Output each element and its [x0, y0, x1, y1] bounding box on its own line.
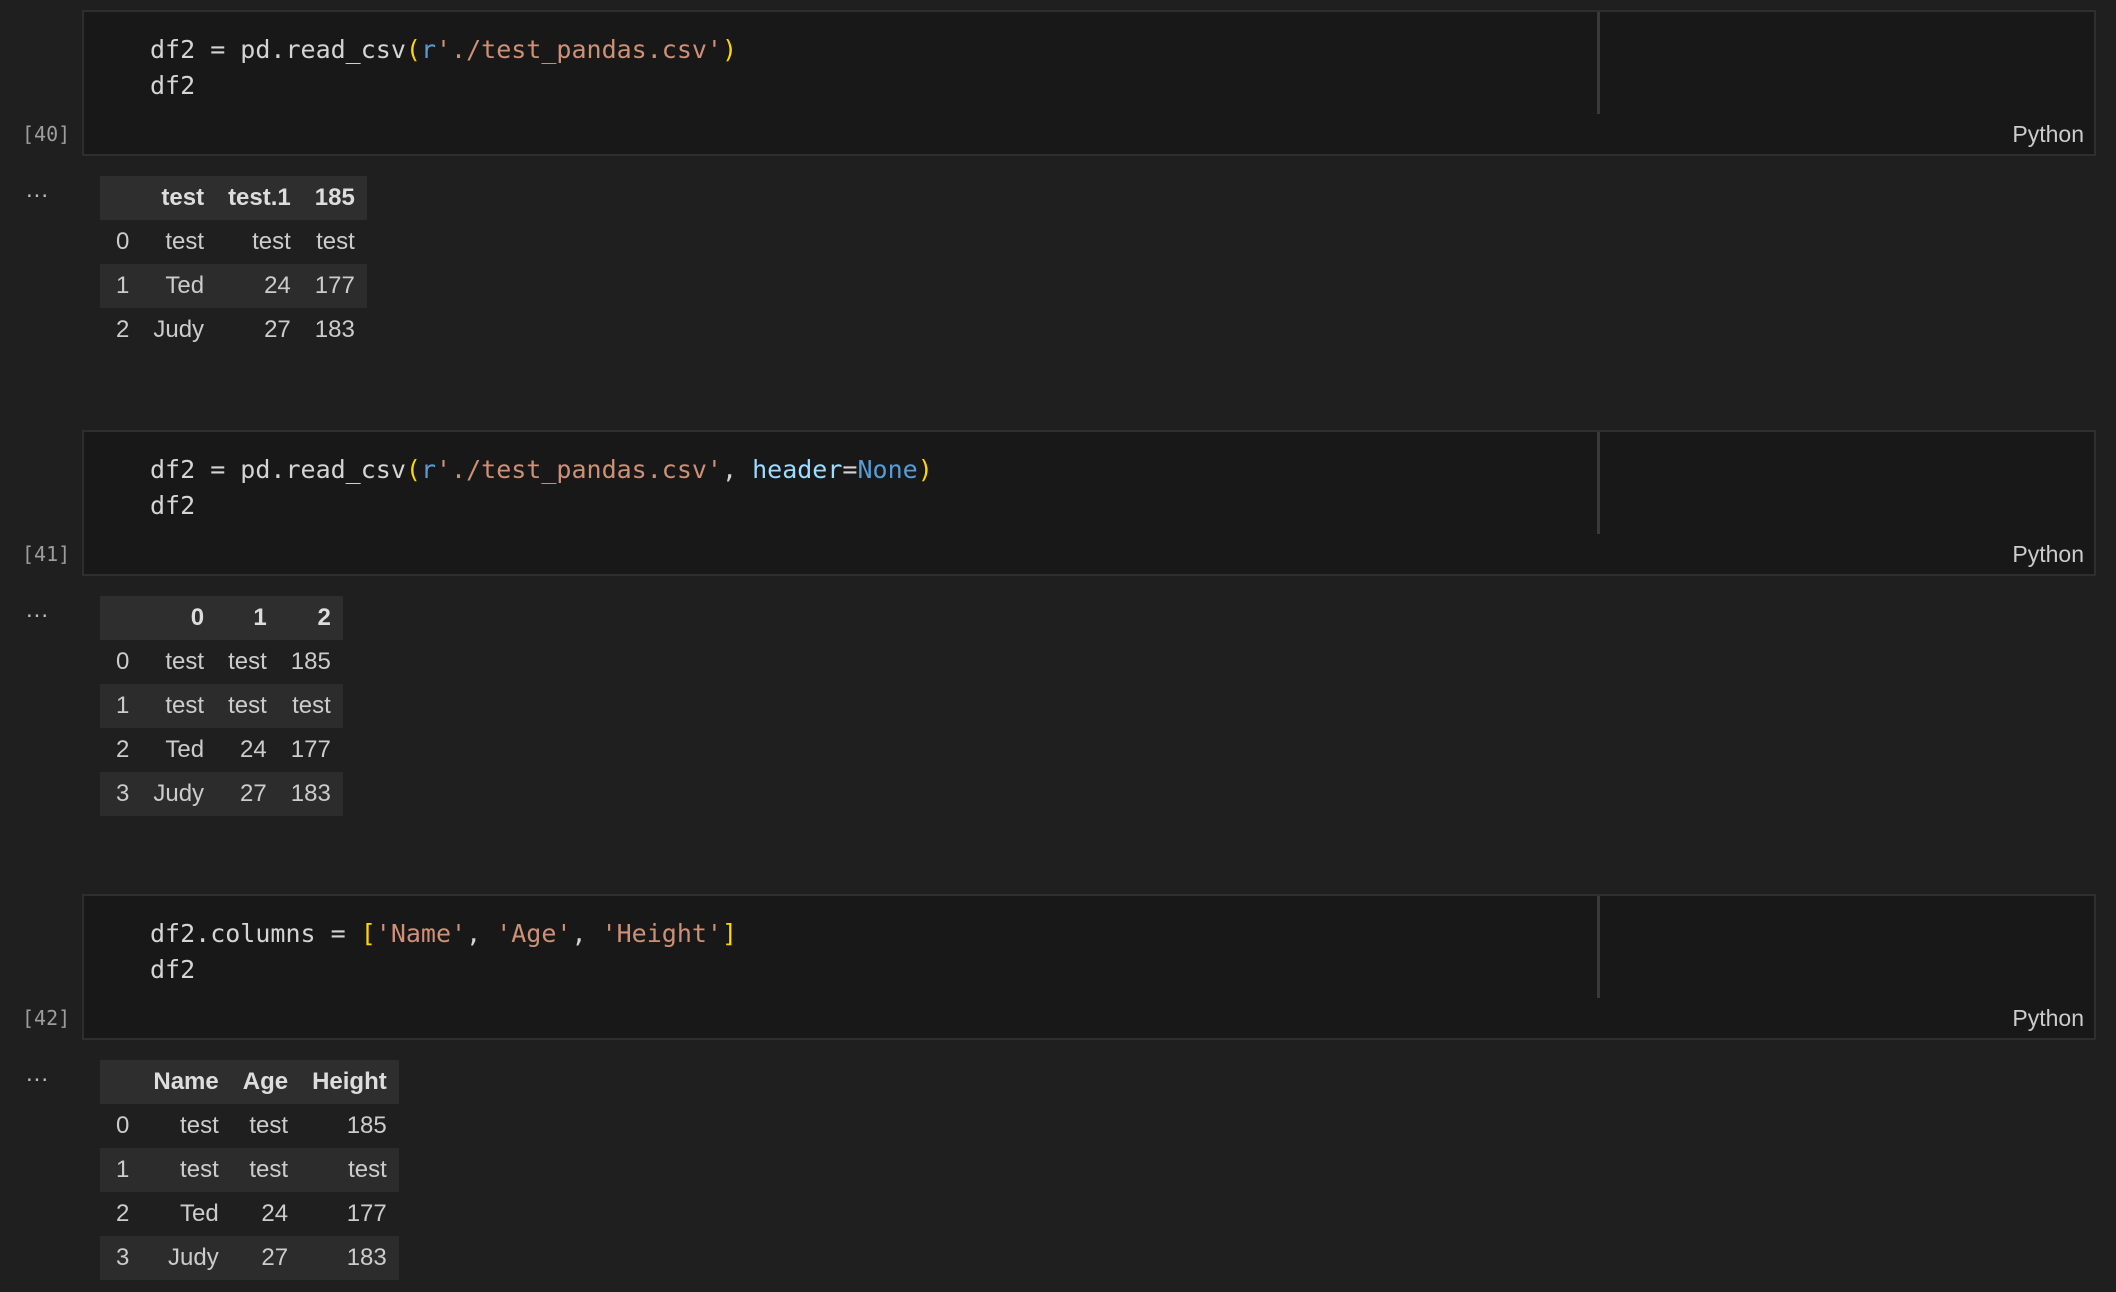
table-cell: test: [316, 228, 355, 255]
editor-divider: [1597, 896, 1600, 998]
code-editor[interactable]: df2 = pd.read_csv(r'./test_pandas.csv') …: [82, 10, 2096, 156]
index-header: [100, 1060, 141, 1104]
table-cell: test: [180, 1156, 219, 1183]
row-index: 1: [116, 692, 130, 719]
code-text[interactable]: df2.columns = ['Name', 'Age', 'Height'] …: [150, 916, 737, 988]
column-header: Name: [153, 1068, 219, 1095]
code-text[interactable]: df2 = pd.read_csv(r'./test_pandas.csv', …: [150, 452, 933, 524]
table-cell: 27: [261, 1244, 289, 1271]
table-row: 2 Ted 24 177: [100, 1192, 399, 1236]
table-cell: Ted: [165, 736, 205, 763]
table-cell: 177: [346, 1200, 387, 1227]
code-text[interactable]: df2 = pd.read_csv(r'./test_pandas.csv') …: [150, 32, 737, 104]
table-cell: 183: [314, 316, 355, 343]
table-cell: test: [165, 648, 205, 675]
table-row: 1 test test test: [100, 684, 343, 728]
table-cell: Judy: [153, 316, 205, 343]
table-cell: 27: [264, 316, 291, 343]
column-header: Height: [312, 1068, 387, 1095]
table-row: 3 Judy 27 183: [100, 772, 343, 816]
table-cell: Judy: [168, 1244, 219, 1271]
column-header: 0: [190, 604, 205, 631]
row-index: 1: [116, 1156, 130, 1183]
table-cell: Ted: [165, 272, 205, 299]
row-index: 2: [116, 736, 130, 763]
index-header: [100, 596, 141, 640]
table-cell: 177: [290, 736, 331, 763]
execution-count: [40]: [22, 122, 71, 146]
row-index: 0: [116, 648, 130, 675]
column-header: test.1: [228, 184, 291, 211]
output-menu-icon[interactable]: ...: [26, 176, 49, 204]
table-cell: 24: [261, 1200, 289, 1227]
table-row: 0 test test test: [100, 220, 367, 264]
table-row: 0 test test 185: [100, 640, 343, 684]
table-header-row: 0 1 2: [100, 596, 343, 640]
column-header: test: [161, 184, 205, 211]
table-cell: 185: [290, 648, 331, 675]
row-index: 1: [116, 272, 130, 299]
code-editor[interactable]: df2 = pd.read_csv(r'./test_pandas.csv', …: [82, 430, 2096, 576]
table-row: 1 test test test: [100, 1148, 399, 1192]
row-index: 2: [116, 316, 130, 343]
table-row: 2 Judy 27 183: [100, 308, 367, 352]
dataframe-table: 0 1 2 0 test test 185 1 test test test 2 Ted 24 177 3 J…: [100, 596, 343, 816]
dataframe-table: Name Age Height 0 test test 185 1 test test test 2…: [100, 1060, 399, 1280]
table-cell: test: [165, 692, 205, 719]
table-cell: 24: [240, 736, 267, 763]
row-index: 3: [116, 780, 130, 807]
column-header: 2: [317, 604, 331, 631]
language-label[interactable]: Python: [2012, 121, 2084, 148]
output-menu-icon[interactable]: ...: [26, 1060, 49, 1088]
table-cell: test: [228, 648, 267, 675]
table-cell: 177: [314, 272, 355, 299]
row-index: 2: [116, 1200, 130, 1227]
table-cell: 27: [240, 780, 267, 807]
table-cell: test: [165, 228, 205, 255]
row-index: 3: [116, 1244, 130, 1271]
row-index: 0: [116, 228, 130, 255]
language-label[interactable]: Python: [2012, 541, 2084, 568]
table-row: 0 test test 185: [100, 1104, 399, 1148]
table-row: 3 Judy 27 183: [100, 1236, 399, 1280]
column-header: 185: [314, 184, 355, 211]
output-menu-icon[interactable]: ...: [26, 596, 49, 624]
language-label[interactable]: Python: [2012, 1005, 2084, 1032]
code-editor[interactable]: df2.columns = ['Name', 'Age', 'Height'] …: [82, 894, 2096, 1040]
editor-divider: [1597, 432, 1600, 534]
column-header: Age: [242, 1068, 289, 1095]
table-cell: 183: [290, 780, 331, 807]
table-row: 2 Ted 24 177: [100, 728, 343, 772]
table-cell: Judy: [153, 780, 205, 807]
table-cell: test: [348, 1156, 387, 1183]
editor-divider: [1597, 12, 1600, 114]
execution-count: [42]: [22, 1006, 71, 1030]
table-cell: test: [228, 692, 267, 719]
table-header-row: Name Age Height: [100, 1060, 399, 1104]
table-cell: 24: [264, 272, 291, 299]
table-cell: test: [292, 692, 331, 719]
dataframe-table: test test.1 185 0 test test test 1 Ted 24 177 2 Jud…: [100, 176, 367, 352]
column-header: 1: [253, 604, 267, 631]
table-cell: 183: [346, 1244, 387, 1271]
table-cell: Ted: [180, 1200, 219, 1227]
row-index: 0: [116, 1112, 130, 1139]
table-header-row: test test.1 185: [100, 176, 367, 220]
table-row: 1 Ted 24 177: [100, 264, 367, 308]
execution-count: [41]: [22, 542, 71, 566]
table-cell: test: [252, 228, 291, 255]
table-cell: test: [249, 1112, 289, 1139]
index-header: [100, 176, 141, 220]
table-cell: 185: [346, 1112, 387, 1139]
table-cell: test: [180, 1112, 219, 1139]
notebook: df2 = pd.read_csv(r'./test_pandas.csv') …: [0, 0, 2116, 1292]
table-cell: test: [249, 1156, 289, 1183]
